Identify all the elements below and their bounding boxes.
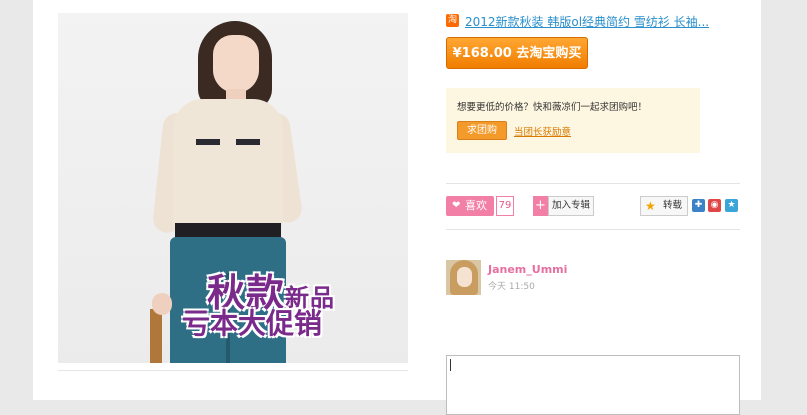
plus-icon[interactable]: +: [533, 196, 548, 216]
taobao-icon: 淘: [446, 14, 459, 27]
product-title-link[interactable]: 2012新款秋装 韩版ol经典简约 雪纺衫 长袖...: [465, 13, 709, 30]
qq-share-icon[interactable]: ✚: [692, 199, 705, 212]
like-button[interactable]: ❤ 喜欢: [446, 196, 494, 216]
buy-on-taobao-button[interactable]: ¥168.00 去淘宝购买: [446, 37, 588, 69]
comment-input[interactable]: [446, 355, 740, 415]
avatar[interactable]: [446, 260, 481, 295]
repost-button[interactable]: ★ 转载: [640, 196, 688, 216]
weibo-share-icon[interactable]: ◉: [708, 199, 721, 212]
divider: [446, 229, 740, 230]
post-time: 今天 11:50: [488, 282, 535, 292]
like-count: 79: [496, 196, 514, 216]
text-caret: [450, 359, 451, 371]
star-icon: ★: [645, 199, 656, 213]
add-to-album-button[interactable]: 加入专辑: [548, 196, 594, 216]
qzone-share-icon[interactable]: ★: [725, 199, 738, 212]
username-link[interactable]: Janem_Ummi: [488, 263, 567, 276]
divider: [446, 183, 740, 184]
group-buy-button[interactable]: 求团购: [457, 121, 507, 140]
like-label: 喜欢: [465, 199, 487, 212]
repost-label: 转载: [663, 200, 683, 211]
group-buy-prompt: 想要更低的价格？快和薇凉们一起求团购吧！: [457, 102, 648, 113]
divider: [58, 370, 408, 371]
heart-icon: ❤: [452, 200, 461, 211]
become-leader-link[interactable]: 当团长获励意: [514, 124, 571, 138]
promo-text-line2: 亏本大促销: [182, 307, 323, 340]
